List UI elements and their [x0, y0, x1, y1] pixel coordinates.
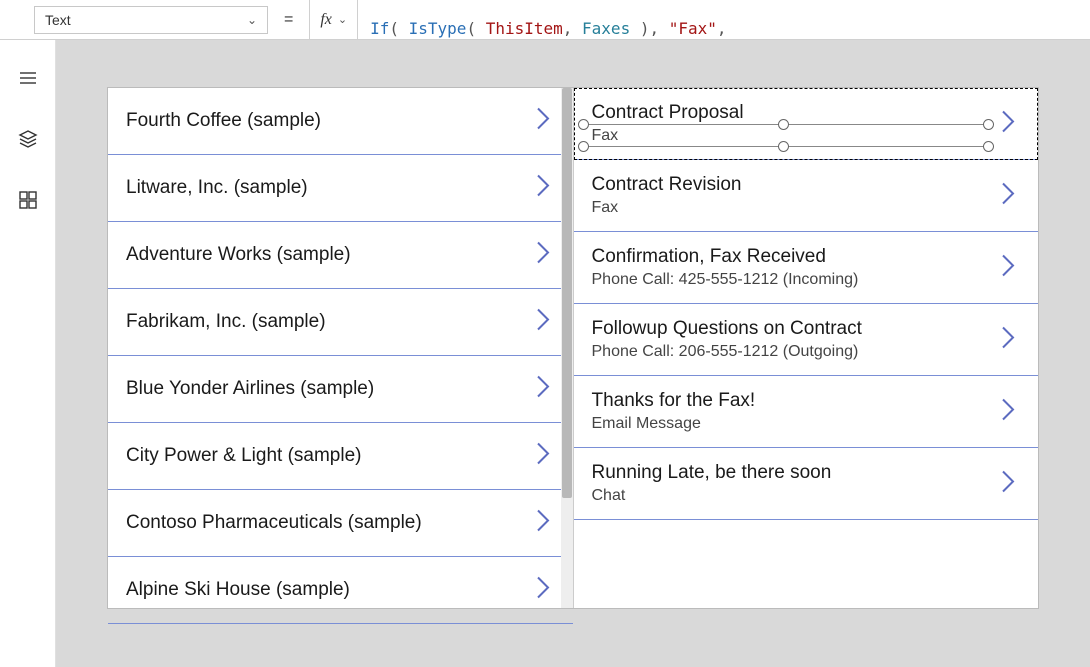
item-title: Alpine Ski House (sample) [126, 571, 525, 609]
chevron-right-icon[interactable] [1000, 180, 1016, 211]
list-item[interactable]: Fabrikam, Inc. (sample) [108, 289, 573, 356]
list-item[interactable]: Thanks for the Fax! Email Message [574, 376, 1039, 448]
workspace: Fourth Coffee (sample) Litware, Inc. (sam… [0, 40, 1090, 667]
components-icon[interactable] [18, 190, 38, 215]
formula-input[interactable]: If( IsType( ThisItem, Faxes ), "Fax", Is… [370, 0, 1090, 40]
list-item[interactable]: Contract Proposal Fax [574, 88, 1039, 160]
list-item[interactable]: Contract Revision Fax [574, 160, 1039, 232]
selection-handle[interactable] [983, 141, 994, 152]
chevron-right-icon[interactable] [535, 441, 551, 472]
chevron-right-icon[interactable] [1000, 324, 1016, 355]
item-subtitle: Phone Call: 206-555-1212 (Outgoing) [592, 343, 991, 361]
item-title: Followup Questions on Contract [592, 318, 991, 340]
layers-icon[interactable] [18, 129, 38, 154]
item-title: City Power & Light (sample) [126, 437, 525, 475]
item-title: Confirmation, Fax Received [592, 246, 991, 268]
scrollbar-thumb[interactable] [562, 88, 572, 498]
selection-handle[interactable] [578, 141, 589, 152]
item-title: Adventure Works (sample) [126, 236, 525, 274]
item-title: Running Late, be there soon [592, 462, 991, 484]
item-title: Thanks for the Fax! [592, 390, 991, 412]
formula-bar: Text ⌄ = fx ⌄ If( IsType( ThisItem, Faxe… [0, 0, 1090, 40]
list-item[interactable]: Alpine Ski House (sample) [108, 557, 573, 624]
selection-handle[interactable] [778, 141, 789, 152]
fx-button[interactable]: fx ⌄ [309, 0, 358, 40]
item-title: Litware, Inc. (sample) [126, 169, 525, 207]
item-subtitle: Chat [592, 487, 991, 505]
chevron-right-icon[interactable] [535, 374, 551, 405]
item-title: Contoso Pharmaceuticals (sample) [126, 504, 525, 542]
list-item[interactable]: Adventure Works (sample) [108, 222, 573, 289]
chevron-right-icon[interactable] [1000, 252, 1016, 283]
chevron-right-icon[interactable] [1000, 396, 1016, 427]
chevron-right-icon[interactable] [535, 173, 551, 204]
item-subtitle: Fax [592, 199, 991, 217]
chevron-right-icon[interactable] [535, 240, 551, 271]
chevron-right-icon[interactable] [535, 106, 551, 137]
app-frame: Fourth Coffee (sample) Litware, Inc. (sam… [108, 88, 1038, 608]
chevron-right-icon[interactable] [535, 307, 551, 338]
item-subtitle: Email Message [592, 415, 991, 433]
selection-handle-line [584, 146, 995, 147]
list-item[interactable]: Fourth Coffee (sample) [108, 88, 573, 155]
list-item[interactable]: Blue Yonder Airlines (sample) [108, 356, 573, 423]
item-subtitle: Fax [592, 127, 991, 145]
chevron-right-icon[interactable] [535, 575, 551, 606]
list-item[interactable]: City Power & Light (sample) [108, 423, 573, 490]
chevron-down-icon: ⌄ [338, 13, 347, 26]
list-item[interactable]: Running Late, be there soon Chat [574, 448, 1039, 520]
left-rail [0, 40, 56, 667]
list-item[interactable]: Litware, Inc. (sample) [108, 155, 573, 222]
item-title: Contract Proposal [592, 102, 991, 124]
selection-handle[interactable] [778, 119, 789, 130]
canvas[interactable]: Fourth Coffee (sample) Litware, Inc. (sam… [56, 40, 1090, 667]
activities-gallery[interactable]: Contract Proposal Fax Contract Revision Fax… [574, 88, 1039, 608]
chevron-right-icon[interactable] [535, 508, 551, 539]
hamburger-icon[interactable] [18, 68, 38, 93]
list-item[interactable]: Contoso Pharmaceuticals (sample) [108, 490, 573, 557]
item-subtitle: Phone Call: 425-555-1212 (Incoming) [592, 271, 991, 289]
property-selector-label: Text [45, 12, 71, 28]
property-selector[interactable]: Text ⌄ [34, 6, 268, 34]
selection-handle[interactable] [983, 119, 994, 130]
scrollbar[interactable] [561, 88, 573, 608]
chevron-right-icon[interactable] [1000, 468, 1016, 499]
selection-handle[interactable] [578, 119, 589, 130]
item-title: Contract Revision [592, 174, 991, 196]
item-title: Fourth Coffee (sample) [126, 102, 525, 140]
selection-handle-line [584, 124, 995, 125]
list-item[interactable]: Followup Questions on Contract Phone Call… [574, 304, 1039, 376]
chevron-right-icon[interactable] [1000, 108, 1016, 139]
accounts-gallery[interactable]: Fourth Coffee (sample) Litware, Inc. (sam… [108, 88, 574, 608]
list-item[interactable]: Confirmation, Fax Received Phone Call: 42… [574, 232, 1039, 304]
fx-label: fx [320, 11, 332, 29]
item-title: Blue Yonder Airlines (sample) [126, 370, 525, 408]
item-title: Fabrikam, Inc. (sample) [126, 303, 525, 341]
chevron-down-icon: ⌄ [247, 13, 257, 27]
equals-sign: = [280, 11, 297, 29]
